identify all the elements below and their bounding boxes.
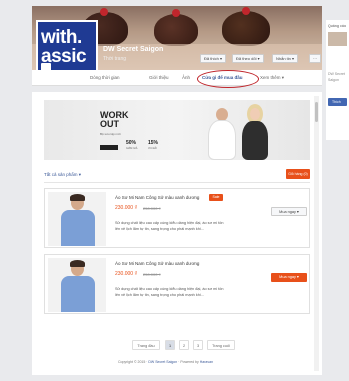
blue-shirt (61, 210, 95, 246)
page-title[interactable]: DW Secret Saigon (103, 46, 163, 53)
buy-now-button[interactable]: Mua ngay ▾ (271, 207, 307, 216)
product-price: 230.000 ₫ (115, 271, 138, 277)
product-title[interactable]: Áo Sơ Mi Nam Công Sở màu xanh dương (115, 261, 199, 266)
scrollbar-track[interactable] (314, 96, 319, 371)
cherry-image (100, 8, 108, 16)
cherry-image (172, 9, 180, 17)
sidebar-thumbnail[interactable] (328, 32, 347, 46)
blue-shirt (61, 276, 95, 312)
footer-powered: · Powered by (177, 360, 200, 364)
banner-pct-2-label: ƯU ĐÃI (148, 147, 157, 150)
sale-badge: Sale (209, 194, 223, 201)
sidebar-like-button[interactable]: Thích (328, 98, 347, 106)
divider (44, 182, 310, 183)
footer-copyright: Copyright © 2015 · (118, 360, 149, 364)
page-last-button[interactable]: Trang cuối (207, 340, 235, 350)
facebook-page-frame: with. assic DW Secret Saigon Thời trang … (0, 0, 349, 381)
page-2-button[interactable]: 2 (179, 340, 189, 350)
profile-picture[interactable]: with. assic (36, 20, 98, 76)
cherry-image (242, 7, 250, 15)
liked-button[interactable]: Đã thích ▾ (200, 54, 227, 63)
model-hair (70, 194, 85, 201)
model-woman (242, 121, 268, 160)
message-button[interactable]: Nhắn tin ▾ (272, 54, 299, 63)
product-old-price: 250.000 ₫ (143, 272, 161, 277)
promo-banner[interactable]: WORK OUT Bộ sưu tập mới 50% GIẢM GIÁ 15%… (44, 100, 310, 160)
product-image[interactable] (48, 192, 106, 246)
product-description: Sử dụng chất liệu cao cấp cùng kiểu dáng… (115, 287, 224, 297)
sidebar-like-label: Thích (332, 100, 341, 104)
footer: Copyright © 2015 · DW Secret Saigon · Po… (118, 360, 213, 364)
category-dropdown[interactable]: Tất cả sản phẩm ▾ (44, 172, 81, 178)
more-button[interactable]: ··· (309, 54, 321, 63)
model-woman (250, 108, 260, 120)
sidebar-line: DW Secret (328, 72, 345, 76)
cupcake-image (154, 14, 198, 46)
product-description: Sử dụng chất liệu cao cấp cùng kiểu dáng… (115, 221, 224, 231)
model-man (208, 120, 236, 160)
page-1-button[interactable]: 1 (165, 340, 175, 350)
banner-cta[interactable] (100, 145, 118, 150)
tab-about[interactable]: Giới thiệu (149, 75, 168, 80)
following-button[interactable]: Đã theo dõi ▾ (232, 54, 264, 63)
product-price: 230.000 ₫ (115, 205, 138, 211)
tab-highlight-ring (197, 70, 259, 88)
product-old-price: 250.000 ₫ (143, 206, 161, 211)
sidebar-title: Quảng cáo (328, 24, 347, 28)
product-card[interactable]: Áo Sơ Mi Nam Công Sở màu xanh dương 230.… (44, 254, 310, 314)
cupcake-image (222, 11, 270, 46)
profile-logo-text: with. assic (41, 27, 87, 67)
product-image[interactable] (48, 258, 106, 312)
tab-timeline[interactable]: Dòng thời gian (90, 75, 119, 80)
banner-pct-1-label: GIẢM GIÁ (126, 147, 138, 150)
scrollbar-thumb[interactable] (315, 102, 318, 122)
cart-button[interactable]: Giỏ hàng (0) (286, 169, 310, 179)
footer-page-link[interactable]: DW Secret Saigon (148, 360, 177, 364)
tab-more[interactable]: Xem thêm ▾ (260, 75, 284, 81)
buy-now-button[interactable]: Mua ngay ▾ (271, 273, 307, 282)
shop-content: WORK OUT Bộ sưu tập mới 50% GIẢM GIÁ 15%… (32, 92, 322, 375)
page-3-button[interactable]: 3 (193, 340, 203, 350)
sidebar-line: Saigon (328, 78, 339, 82)
page-category[interactable]: Thời trang (103, 56, 126, 62)
page-nav-bar: Dòng thời gian Giới thiệu Ảnh Cửa gì để … (32, 70, 322, 86)
banner-headline: WORK OUT (100, 110, 129, 129)
right-sidebar: Quảng cáo DW Secret Saigon Thích (326, 20, 349, 140)
product-card[interactable]: Áo Sơ Mi Nam Công Sở màu xanh dương Sale… (44, 188, 310, 248)
banner-subline: Bộ sưu tập mới (100, 132, 121, 136)
model-hair (70, 260, 85, 267)
page-first-button[interactable]: Trang đầu (132, 340, 160, 350)
tab-photos[interactable]: Ảnh (182, 75, 190, 80)
banner-pct-1: 50% (126, 140, 137, 146)
footer-powered-link[interactable]: Haravan (200, 360, 213, 364)
banner-pct-2: 15% (148, 140, 159, 146)
product-title[interactable]: Áo Sơ Mi Nam Công Sở màu xanh dương (115, 195, 199, 200)
